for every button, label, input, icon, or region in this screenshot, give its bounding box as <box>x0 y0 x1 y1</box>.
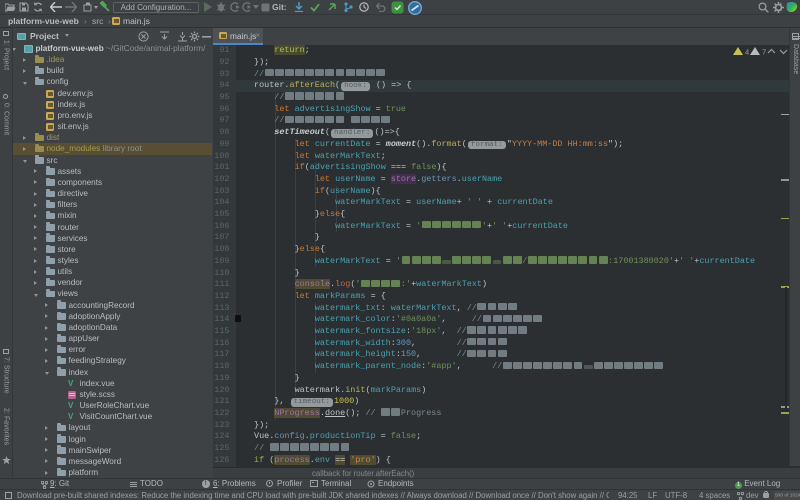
svg-text:4: 4 <box>745 48 749 57</box>
svg-text:7: 7 <box>762 48 766 57</box>
